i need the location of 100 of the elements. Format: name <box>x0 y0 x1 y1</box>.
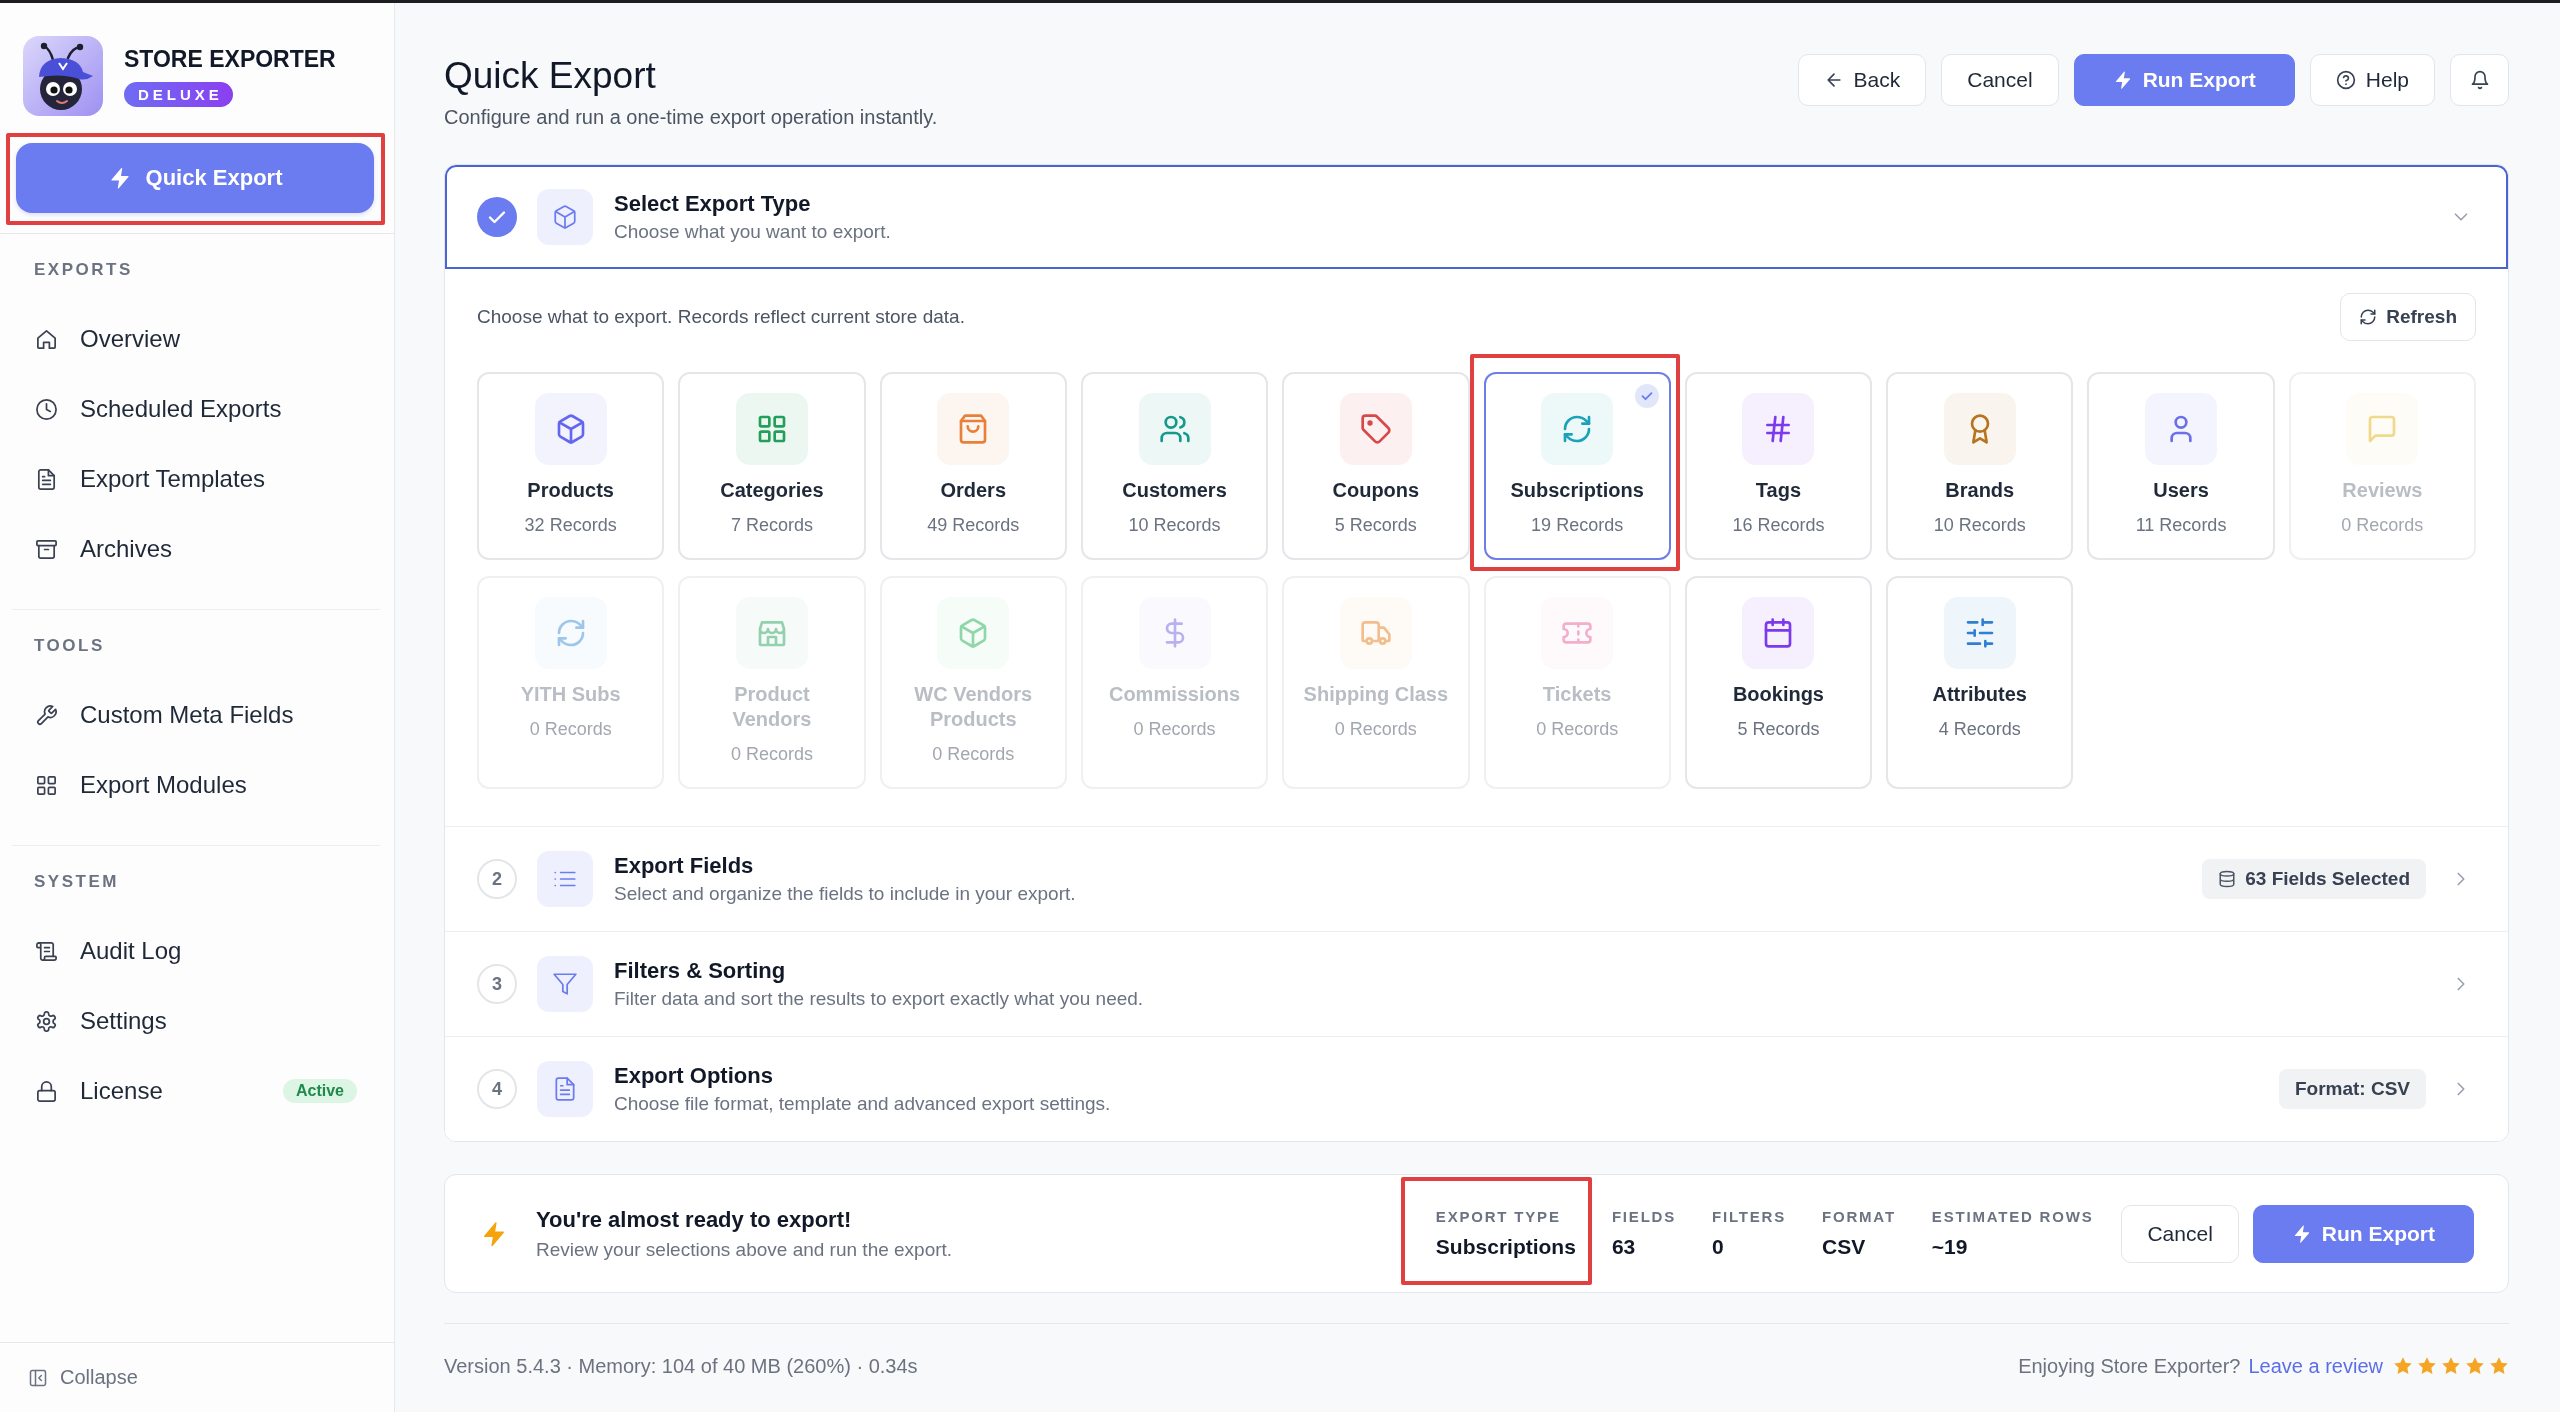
step-title: Export Fields <box>614 852 755 880</box>
export-type-card[interactable]: Customers 10 Records <box>1080 372 1269 560</box>
card-label: Coupons <box>1332 478 1420 503</box>
edition-badge: DELUXE <box>124 82 233 107</box>
section-heading: EXPORTS <box>33 259 134 281</box>
help-button[interactable]: Help <box>2309 54 2435 106</box>
run-export-button[interactable]: Run Export <box>2073 54 2295 106</box>
card-label: Tickets <box>1542 682 1612 707</box>
export-type-card[interactable]: Tags 16 Records <box>1684 372 1873 560</box>
card-label: Orders <box>940 478 1007 503</box>
ticket-icon <box>1541 597 1614 669</box>
card-label: Brands <box>1945 478 2015 503</box>
sidebar-item[interactable]: Scheduled Exports <box>0 374 394 444</box>
speech-bubble-icon <box>2346 393 2419 465</box>
card-label: Users <box>2153 478 2209 503</box>
record-count: 10 Records <box>1128 514 1221 536</box>
card-label: Attributes <box>1932 682 2027 707</box>
cancel-button[interactable]: Cancel <box>2121 1204 2239 1263</box>
cancel-button[interactable]: Cancel <box>1941 54 2059 106</box>
sidebar-item[interactable]: Audit Log <box>0 916 394 986</box>
review-link[interactable]: Leave a review <box>2248 1352 2383 1380</box>
collapse-button[interactable]: Collapse <box>28 1366 138 1389</box>
card-label: Shipping Class <box>1303 682 1449 707</box>
export-type-card[interactable]: Categories 7 Records <box>678 372 866 560</box>
people-icon <box>1138 393 1211 465</box>
sidebar-item[interactable]: Settings <box>0 986 394 1056</box>
export-type-card[interactable]: Products 32 Records <box>477 372 665 560</box>
export-type-card[interactable]: Brands 10 Records <box>1886 372 2074 560</box>
document-icon <box>537 1061 593 1117</box>
sidebar-item[interactable]: Overview <box>0 304 394 374</box>
record-count: 49 Records <box>927 514 1020 536</box>
tag-icon <box>1339 393 1412 465</box>
rosette-icon <box>1943 393 2016 465</box>
card-label: Categories <box>720 478 824 503</box>
step-number: 3 <box>477 964 517 1004</box>
filter-icon <box>537 956 593 1012</box>
refresh-icon <box>2359 308 2378 326</box>
cube-icon <box>534 393 607 465</box>
truck-icon <box>1339 597 1412 669</box>
sidebar-item[interactable]: Export Modules <box>0 750 394 820</box>
star-icon <box>2441 1356 2461 1376</box>
run-export-button[interactable]: Run Export <box>2252 1204 2474 1263</box>
card-label: Customers <box>1122 478 1227 503</box>
step-number: 2 <box>477 859 517 899</box>
page-subtitle: Configure and run a one-time export operation instantly. <box>444 105 938 130</box>
star-icon <box>2393 1356 2413 1376</box>
help-icon <box>2335 70 2356 90</box>
bell-icon <box>2469 70 2490 90</box>
sliders-icon <box>1943 597 2016 669</box>
export-type-card[interactable]: Coupons 5 Records <box>1282 372 1470 560</box>
store-icon <box>735 597 808 669</box>
export-type-card[interactable]: Attributes 4 Records <box>1886 576 2074 789</box>
scroll-icon <box>35 939 58 963</box>
step-title: Filters & Sorting <box>614 957 787 985</box>
record-count: 32 Records <box>524 514 617 536</box>
record-count: 19 Records <box>1531 514 1624 536</box>
card-label: Tags <box>1755 478 1802 503</box>
sidebar-item[interactable]: Custom Meta Fields <box>0 680 394 750</box>
export-type-card[interactable]: Users 11 Records <box>2087 372 2275 560</box>
step-title: Export Options <box>614 1062 774 1090</box>
sidebar-item[interactable]: License Active <box>0 1056 394 1126</box>
notifications-button[interactable] <box>2450 54 2509 106</box>
card-label: Commissions <box>1108 682 1241 707</box>
card-label: Bookings <box>1732 682 1824 707</box>
export-type-card[interactable]: Orders 49 Records <box>879 372 1067 560</box>
cube-icon <box>937 597 1010 669</box>
sidebar-panel-icon <box>28 1367 48 1388</box>
step-description: Choose file format, template and advanced export settings. <box>614 1092 1111 1116</box>
card-label: WC Vendors Products <box>913 682 1034 732</box>
step-description: Select and organize the fields to include in your export. <box>614 882 1076 906</box>
quick-export-button[interactable]: Quick Export <box>16 143 374 213</box>
back-button[interactable]: Back <box>1797 54 1927 106</box>
record-count: 16 Records <box>1732 514 1825 536</box>
record-count: 10 Records <box>1933 514 2026 536</box>
person-icon <box>2145 393 2218 465</box>
grid-icon <box>35 773 58 797</box>
summary-value: ~19 <box>1931 1233 1969 1260</box>
document-icon <box>35 467 58 491</box>
summary-value: CSV <box>1822 1233 1867 1260</box>
record-count: 0 Records <box>932 743 1015 765</box>
format-badge: Format: CSV <box>2278 1069 2426 1109</box>
home-icon <box>35 327 58 351</box>
record-count: 0 Records <box>1133 718 1216 740</box>
section-heading: TOOLS <box>33 635 106 657</box>
summary-label: ESTIMATED ROWS <box>1931 1206 2094 1227</box>
hint-text: Choose what to export. Records reflect current store data. <box>477 306 965 328</box>
sidebar-item[interactable]: Export Templates <box>0 444 394 514</box>
card-label: Product Vendors <box>731 682 813 732</box>
star-icon <box>2417 1356 2437 1376</box>
record-count: 0 Records <box>1334 718 1417 740</box>
step-header[interactable]: Select Export Type Choose what you want to export. <box>445 165 2508 269</box>
refresh-icon <box>534 597 607 669</box>
refresh-button[interactable]: Refresh <box>2340 293 2476 341</box>
lock-icon <box>35 1079 58 1103</box>
fields-count-badge: 63 Fields Selected <box>2202 859 2426 899</box>
version-info: Version 5.4.3 · Memory: 104 of 40 MB (260%) · 0.34s <box>444 1354 918 1379</box>
archive-icon <box>35 537 58 561</box>
record-count: 5 Records <box>1737 718 1820 740</box>
export-type-card[interactable]: Bookings 5 Records <box>1684 576 1873 789</box>
sidebar-item[interactable]: Archives <box>0 514 394 584</box>
